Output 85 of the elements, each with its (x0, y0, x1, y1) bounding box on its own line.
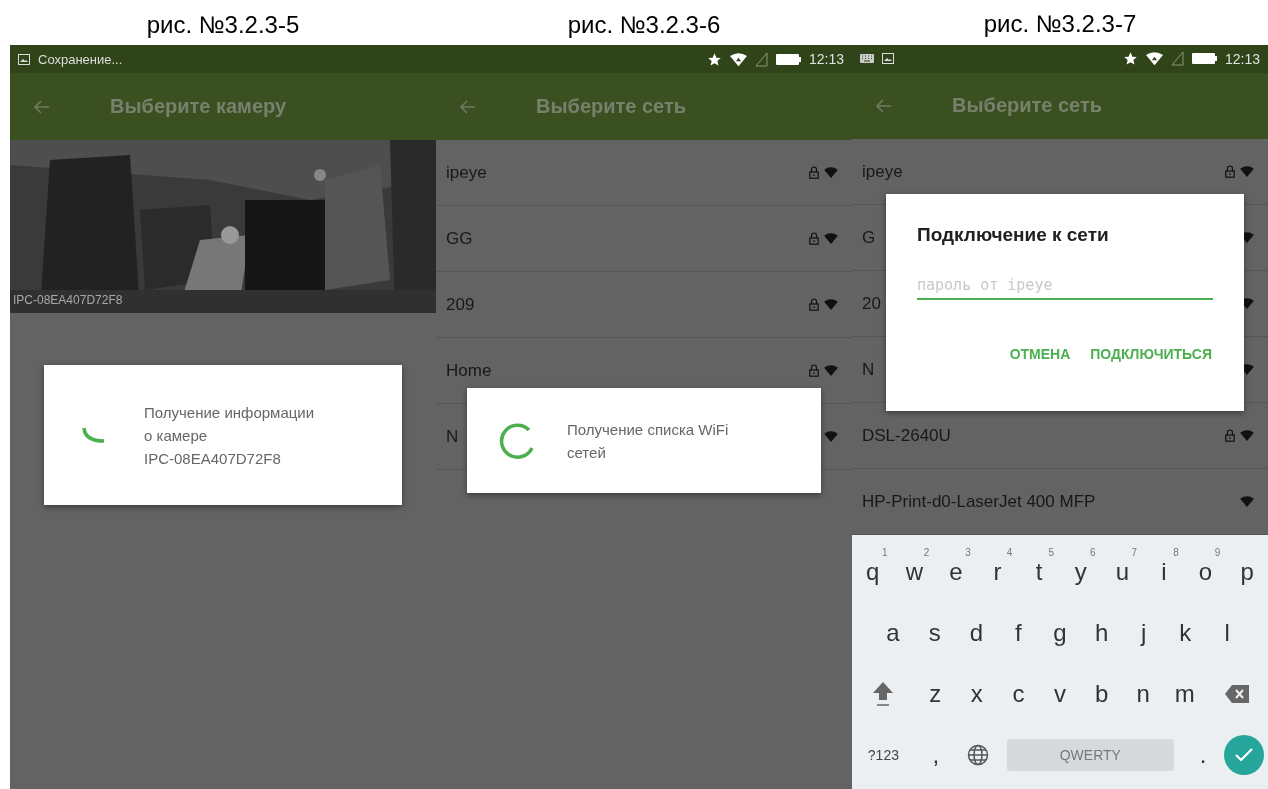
lock-icon (809, 232, 819, 245)
globe-icon (966, 743, 989, 766)
back-arrow-icon[interactable] (34, 99, 50, 114)
status-time: 12:13 (808, 51, 844, 67)
figure-caption: рис. №3.2.3-7 (983, 10, 1137, 39)
back-arrow-icon[interactable] (460, 99, 476, 114)
keyboard-key[interactable]: s (913, 602, 956, 663)
figure-caption: рис. №3.2.3-5 (146, 10, 300, 39)
keyboard-key[interactable]: z (914, 663, 956, 724)
wifi-icon (729, 51, 747, 67)
spinner-icon (82, 427, 106, 443)
wifi-icon (824, 167, 838, 178)
wifi-icon (1145, 51, 1163, 67)
keyboard-key[interactable]: c (997, 663, 1040, 724)
wifi-icon (824, 299, 838, 310)
keyboard-key[interactable]: n (1122, 663, 1164, 724)
key-hint: 8 (1173, 547, 1179, 558)
back-arrow-icon[interactable] (876, 98, 892, 113)
keyboard-key[interactable]: m (1163, 663, 1206, 724)
keyboard-key[interactable]: f (997, 602, 1040, 663)
star-icon (706, 51, 722, 67)
signal-icon (754, 51, 768, 67)
status-notice: Сохранение... (38, 51, 123, 67)
dialog-title: Подключение к сети (917, 224, 1110, 246)
figure-caption: рис. №3.2.3-6 (567, 10, 721, 39)
screen-title: Выберите сеть (952, 94, 1103, 118)
key-hint: 3 (965, 547, 971, 558)
keyboard-key[interactable]: x (956, 663, 998, 724)
check-icon (1234, 746, 1254, 763)
key-hint: 4 (1006, 547, 1013, 558)
keyboard-key[interactable]: y 6 (1059, 541, 1102, 602)
key-hint: 6 (1090, 547, 1096, 558)
camera-name: IPC-08EA407D72F8 (13, 293, 123, 307)
keyboard-key[interactable]: . (1182, 724, 1224, 785)
keyboard-key[interactable]: w 2 (893, 541, 936, 602)
lock-icon (809, 166, 819, 179)
keyboard-key[interactable]: u 7 (1101, 541, 1144, 602)
key-hint: 5 (1048, 547, 1054, 558)
wifi-icon (824, 365, 838, 376)
keyboard-key[interactable]: a (872, 602, 914, 663)
key-hint: 9 (1214, 547, 1221, 558)
keyboard-key[interactable]: q 1 (852, 541, 894, 602)
battery-icon (1191, 53, 1217, 65)
star-icon (1122, 51, 1138, 67)
keyboard-key[interactable]: v (1039, 663, 1081, 724)
lock-icon (1225, 429, 1235, 442)
screen-title: Выберите сеть (536, 95, 687, 118)
keyboard-key[interactable]: k (1164, 602, 1207, 663)
wifi-icon (1240, 430, 1254, 441)
keyboard-key[interactable]: p (1226, 541, 1268, 602)
wifi-icon (1240, 496, 1254, 507)
lock-icon (1225, 165, 1235, 178)
keyboard-key[interactable]: o 9 (1184, 541, 1227, 602)
backspace-icon (1224, 684, 1249, 703)
battery-icon (775, 53, 801, 65)
keyboard-key[interactable]: i 8 (1143, 541, 1185, 602)
key-hint: 1 (882, 547, 888, 558)
symbols-key[interactable]: ?123 (852, 724, 915, 785)
keyboard-key[interactable]: t 5 (1018, 541, 1060, 602)
wifi-icon (824, 431, 838, 442)
keyboard-key[interactable]: g (1039, 602, 1081, 663)
keyboard-key[interactable]: e 3 (935, 541, 977, 602)
image-icon (18, 53, 30, 65)
wifi-icon (1240, 166, 1254, 177)
shift-icon (872, 680, 895, 707)
keyboard-key[interactable]: l (1206, 602, 1249, 663)
key-hint: 7 (1131, 547, 1138, 558)
lock-icon (809, 364, 819, 377)
progress-message: Получение списка WiFi сетей (567, 419, 729, 463)
signal-icon (1170, 51, 1184, 67)
key-hint: 2 (923, 547, 930, 558)
wifi-icon (824, 233, 838, 244)
screen-title: Выберите камеру (110, 95, 287, 118)
status-time: 12:13 (1224, 50, 1260, 67)
keyboard-key[interactable]: b (1080, 663, 1123, 724)
progress-message: Получение информации о камере IPC-08EA407D72F8 (144, 402, 315, 469)
keyboard-icon (860, 54, 874, 64)
keyboard-key[interactable]: j (1122, 602, 1165, 663)
keyboard-key[interactable]: r 4 (976, 541, 1019, 602)
enter-key[interactable] (1224, 734, 1264, 775)
keyboard-key[interactable]: h (1080, 602, 1123, 663)
image-icon (882, 53, 894, 65)
keyboard-key[interactable]: , (914, 724, 957, 785)
keyboard-key[interactable]: d (955, 602, 998, 663)
lock-icon (809, 298, 819, 311)
